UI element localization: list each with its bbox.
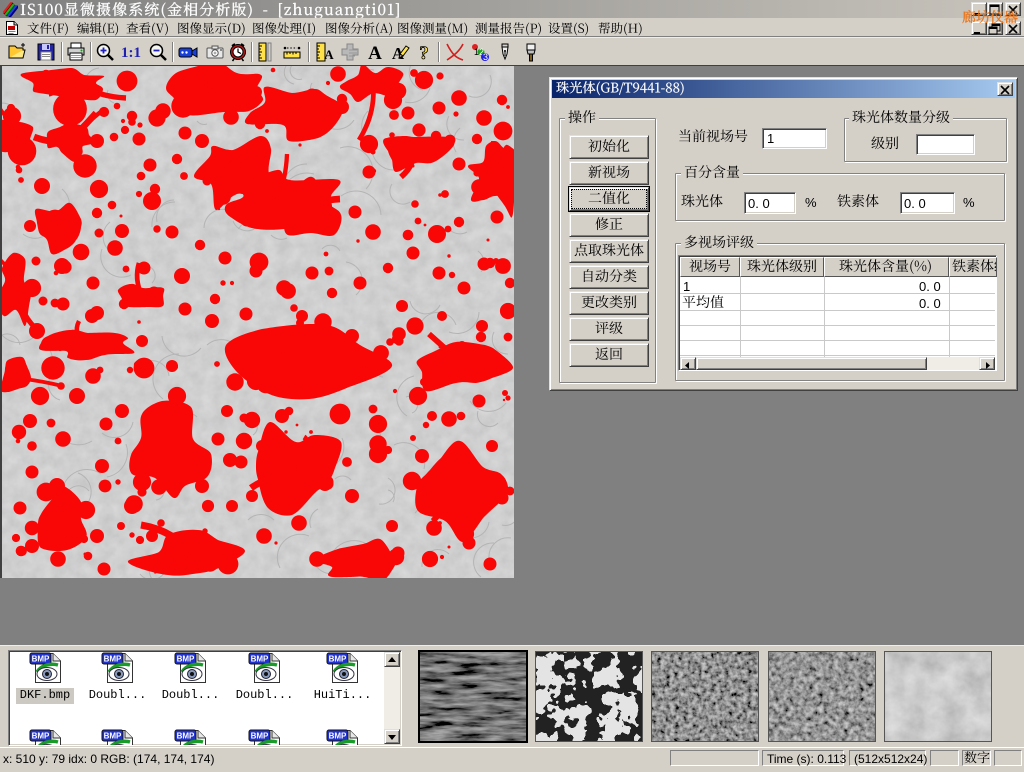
svg-text:BMP: BMP — [104, 732, 122, 741]
svg-text:1:1: 1:1 — [121, 45, 141, 61]
svg-text:BMP: BMP — [32, 732, 50, 741]
svg-text:BMP: BMP — [32, 655, 50, 664]
svg-text:BMP: BMP — [329, 732, 347, 741]
svg-text:BMP: BMP — [104, 655, 122, 664]
svg-text:BMP: BMP — [329, 655, 347, 664]
svg-text:BMP: BMP — [177, 732, 195, 741]
svg-text:BMP: BMP — [251, 655, 269, 664]
svg-text:BMP: BMP — [177, 655, 195, 664]
svg-text:?: ? — [419, 43, 429, 62]
svg-text:A: A — [324, 47, 334, 62]
svg-text:BMP: BMP — [251, 732, 269, 741]
svg-text:3: 3 — [483, 52, 488, 62]
svg-text:A: A — [368, 43, 382, 62]
